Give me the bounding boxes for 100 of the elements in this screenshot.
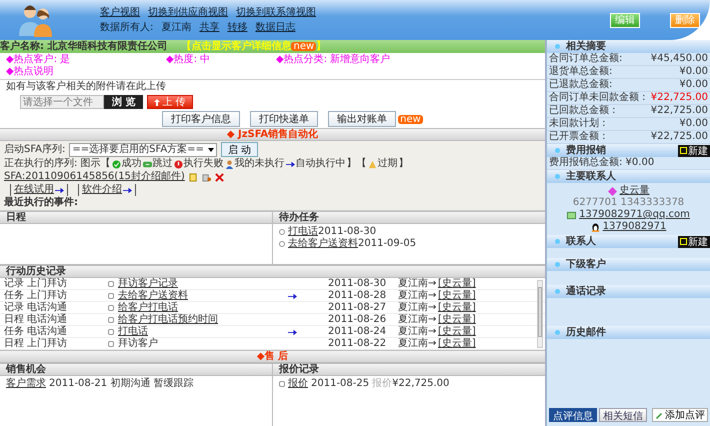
last-event-label: 最近执行的事件: — [4, 197, 78, 209]
legend-text: 】【 — [346, 158, 367, 170]
summary-label: 已回款总金额 : — [549, 105, 616, 117]
date-cell-text: 2011-08-22 — [328, 338, 388, 350]
table-cell: 拜访客户 — [118, 338, 158, 350]
upload-button[interactable]: 上 传 — [147, 95, 193, 109]
subject-link[interactable]: 给客户打电话 — [118, 302, 178, 314]
opportunity-text: 2011-08-21 初期沟通 暂缓跟踪 — [49, 378, 194, 390]
new-badge: new — [398, 114, 423, 124]
sequence-link[interactable]: SFA:20110906145856(15封介绍邮件) — [4, 171, 185, 183]
circle-icon — [279, 241, 285, 247]
hot-field: ◆热点客户: 是 — [6, 54, 166, 66]
sfa-dropdown[interactable]: ==选择要启用的SFA方案== — [69, 142, 217, 156]
contact-link[interactable]: [史云量] — [438, 314, 476, 326]
summary-value: ¥22,725.00 — [650, 131, 708, 143]
section-title: 联系人 — [566, 236, 596, 248]
hot-field: ◆热度: 中 — [166, 54, 276, 66]
pages-icon[interactable] — [202, 172, 211, 182]
legend-text: 正在执行的序列: 图示【 — [4, 158, 111, 170]
browse-button[interactable]: 浏 览 — [104, 95, 144, 109]
task-date: 2011-09-05 — [358, 238, 416, 250]
contact-link[interactable]: [史云量] — [438, 278, 476, 290]
table-cell-text: 记录 上门拜访 — [4, 278, 68, 290]
section-header: ◆ JzSFA销售自动化 — [0, 128, 545, 141]
contact-link[interactable]: [史云量] — [438, 338, 476, 350]
date-cell-text: 2011-08-26 — [328, 314, 388, 326]
start-button[interactable]: 启 动 — [220, 142, 258, 157]
view-link[interactable]: 切换到联系簿视图 — [236, 6, 316, 18]
summary-value: ¥0.00 — [679, 118, 708, 130]
contact-link[interactable]: [史云量] — [438, 326, 476, 338]
table-cell-text: 任务 电话沟通 — [4, 326, 68, 338]
action-link[interactable]: 数据日志 — [255, 22, 296, 34]
summary-value: ¥22,725.00 — [650, 92, 708, 104]
info-link[interactable]: 在线试用 — [14, 184, 54, 196]
subject-link[interactable]: 去给客户送资料 — [118, 290, 188, 302]
caret-icon — [208, 148, 214, 152]
email-link[interactable]: 1379082971@qq.com — [579, 209, 690, 221]
qq-link[interactable]: 1379082971 — [602, 221, 666, 233]
tab[interactable]: 点评信息 — [549, 408, 597, 422]
owner-cell-text: 夏江南→ — [398, 278, 438, 290]
add-comment-button[interactable]: 添加点评 — [652, 408, 708, 422]
tab[interactable]: 相关短信 — [599, 408, 647, 422]
subject-link[interactable]: 打电话 — [118, 326, 148, 338]
quote-label: 报价 — [372, 378, 392, 390]
delete-icon[interactable] — [214, 172, 224, 182]
skip-icon — [142, 160, 152, 168]
upload-note: 如有与该客户相关的附件请在此上传 — [6, 81, 167, 93]
bullet-icon — [555, 330, 560, 335]
person-icon — [224, 160, 234, 168]
up-arrow-icon — [154, 98, 160, 106]
bullet-icon — [555, 44, 560, 49]
legend-label: 执行失败 — [184, 158, 224, 170]
subject-link[interactable]: 给客户打电话预约时间 — [118, 314, 218, 326]
square-icon — [680, 238, 687, 245]
date-cell-text: 2011-08-30 — [328, 278, 388, 290]
action-link[interactable]: 共享 — [199, 22, 220, 34]
section-title: 相关摘要 — [566, 40, 606, 52]
panel-header: 销售机会 — [0, 363, 272, 376]
circle-icon — [279, 229, 285, 235]
diamond-icon — [608, 186, 616, 196]
owner-cell-text: 夏江南→ — [398, 314, 438, 326]
arrow-icon — [286, 160, 295, 168]
summary-label: 合同订单未回款金额 : — [549, 92, 646, 104]
info-link[interactable]: 软件介绍 — [82, 184, 122, 196]
view-link[interactable]: 客户视图 — [100, 6, 140, 18]
new-button[interactable]: 新建 — [678, 236, 710, 248]
view-link[interactable]: 切换到供应商视图 — [148, 6, 228, 18]
owner-label: 数据所有人: — [100, 22, 154, 34]
contact-name-link[interactable]: 史云量 — [620, 185, 650, 197]
owner-cell-text: 夏江南→ — [398, 290, 438, 302]
contact-link[interactable]: [史云量] — [438, 290, 476, 302]
penguin-icon — [590, 222, 600, 232]
task-link[interactable]: 去给客户送资料 — [288, 238, 358, 250]
summary-label: 已开票金额 : — [549, 131, 606, 143]
opportunity-link[interactable]: 客户需求 — [6, 378, 46, 390]
print-button[interactable]: 打印快递单 — [250, 111, 318, 127]
task-link[interactable]: 打电话 — [288, 226, 318, 238]
quote-link[interactable]: 报价 — [288, 378, 308, 390]
legend-text: 】 — [398, 158, 409, 170]
print-button[interactable]: 打印客户信息 — [162, 111, 240, 127]
note-icon[interactable] — [188, 172, 198, 182]
contact-link[interactable]: [史云量] — [438, 302, 476, 314]
bullet-icon — [555, 174, 560, 179]
summary-value: ¥0.00 — [679, 66, 708, 78]
expense-total: 费用报销总金额: ¥0.00 — [549, 157, 654, 169]
summary-label: 未回款计划 : — [549, 118, 606, 130]
quote-date: 2011-08-25 — [311, 378, 370, 390]
scrollbar[interactable] — [537, 280, 543, 348]
section-title: 通话记录 — [566, 286, 606, 298]
customer-name: 客户名称: 北京华晤科技有限责任公司 — [0, 40, 168, 52]
print-button[interactable]: 输出对账单 — [328, 111, 396, 127]
hot-field: ◆热点说明 — [6, 66, 166, 78]
legend-label: 我的未执行 — [234, 158, 285, 170]
legend-label: 跳过 — [152, 158, 173, 170]
task-date: 2011-08-30 — [318, 226, 376, 238]
file-field[interactable]: 请选择一个文件 — [20, 95, 104, 109]
new-button[interactable]: 新建 — [678, 144, 710, 156]
summary-label: 合同订单总金额: — [549, 53, 622, 65]
action-link[interactable]: 转移 — [227, 22, 248, 34]
subject-link[interactable]: 拜访客户记录 — [118, 278, 178, 290]
